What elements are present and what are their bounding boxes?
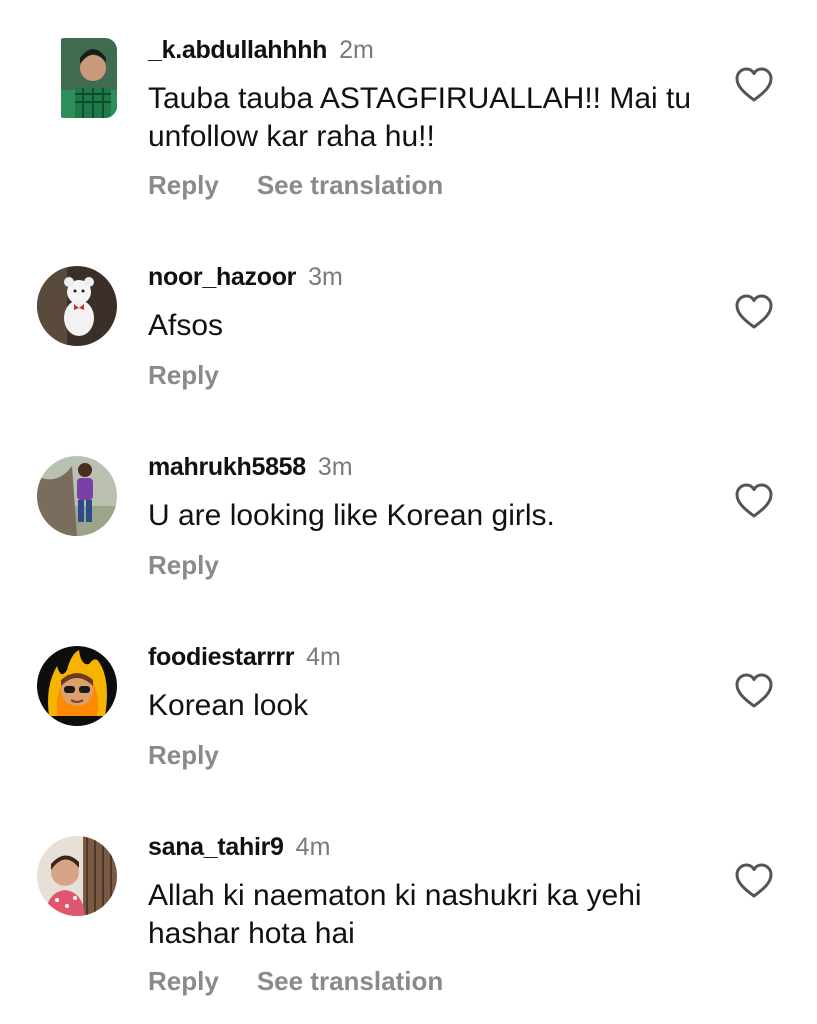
avatar-image <box>37 456 117 536</box>
reply-button[interactable]: Reply <box>148 740 219 770</box>
reply-button[interactable]: Reply <box>148 360 219 390</box>
comment-text: Allah ki naematon ki nashukri ka yehi ha… <box>148 879 642 950</box>
see-translation-button[interactable]: See translation <box>257 966 443 996</box>
timestamp: 4m <box>306 643 341 671</box>
avatar[interactable] <box>53 38 117 118</box>
avatar-image <box>37 646 117 726</box>
comment-actions: Reply <box>148 740 219 771</box>
comment-actions: Reply See translation <box>148 170 443 201</box>
reply-button[interactable]: Reply <box>148 550 219 580</box>
timestamp: 3m <box>308 263 343 291</box>
avatar-image <box>61 38 117 118</box>
timestamp: 2m <box>339 36 374 64</box>
username[interactable]: noor_hazoor <box>148 263 296 291</box>
comment-header: noor_hazoor 3m <box>148 263 343 292</box>
comment-actions: Reply See translation <box>148 966 443 997</box>
comment-header: sana_tahir9 4m <box>148 833 330 862</box>
timestamp: 4m <box>295 833 331 861</box>
comment-text: U are looking like Korean girls. <box>148 499 555 532</box>
avatar-image <box>37 266 117 346</box>
comment-text: Korean look <box>148 689 309 722</box>
username[interactable]: _k.abdullahhhh <box>148 36 327 64</box>
reply-button[interactable]: Reply <box>148 966 219 996</box>
comment-header: mahrukh5858 3m <box>148 453 353 482</box>
heart-outline-icon[interactable] <box>735 673 773 709</box>
avatar-image <box>37 836 117 916</box>
timestamp: 3m <box>317 453 353 481</box>
username[interactable]: sana_tahir9 <box>148 833 284 861</box>
heart-outline-icon[interactable] <box>735 294 773 330</box>
username[interactable]: foodiestarrrr <box>148 643 294 671</box>
comment-header: foodiestarrrr 4m <box>148 643 341 672</box>
avatar[interactable] <box>37 456 117 536</box>
comment-header: _k.abdullahhhh 2m <box>148 36 374 65</box>
comment-actions: Reply <box>148 360 219 391</box>
avatar[interactable] <box>37 836 117 916</box>
see-translation-button[interactable]: See translation <box>257 170 443 200</box>
avatar[interactable] <box>37 646 117 726</box>
heart-outline-icon[interactable] <box>735 483 773 519</box>
heart-outline-icon[interactable] <box>735 67 773 103</box>
username[interactable]: mahrukh5858 <box>148 453 306 481</box>
comment-actions: Reply <box>148 550 219 581</box>
reply-button[interactable]: Reply <box>148 170 219 200</box>
comment-text: Tauba tauba ASTAGFIRUALLAH!! Mai tu unfo… <box>148 82 692 153</box>
comment-text: Afsos <box>148 309 224 342</box>
heart-outline-icon[interactable] <box>735 863 773 899</box>
avatar[interactable] <box>37 266 117 346</box>
